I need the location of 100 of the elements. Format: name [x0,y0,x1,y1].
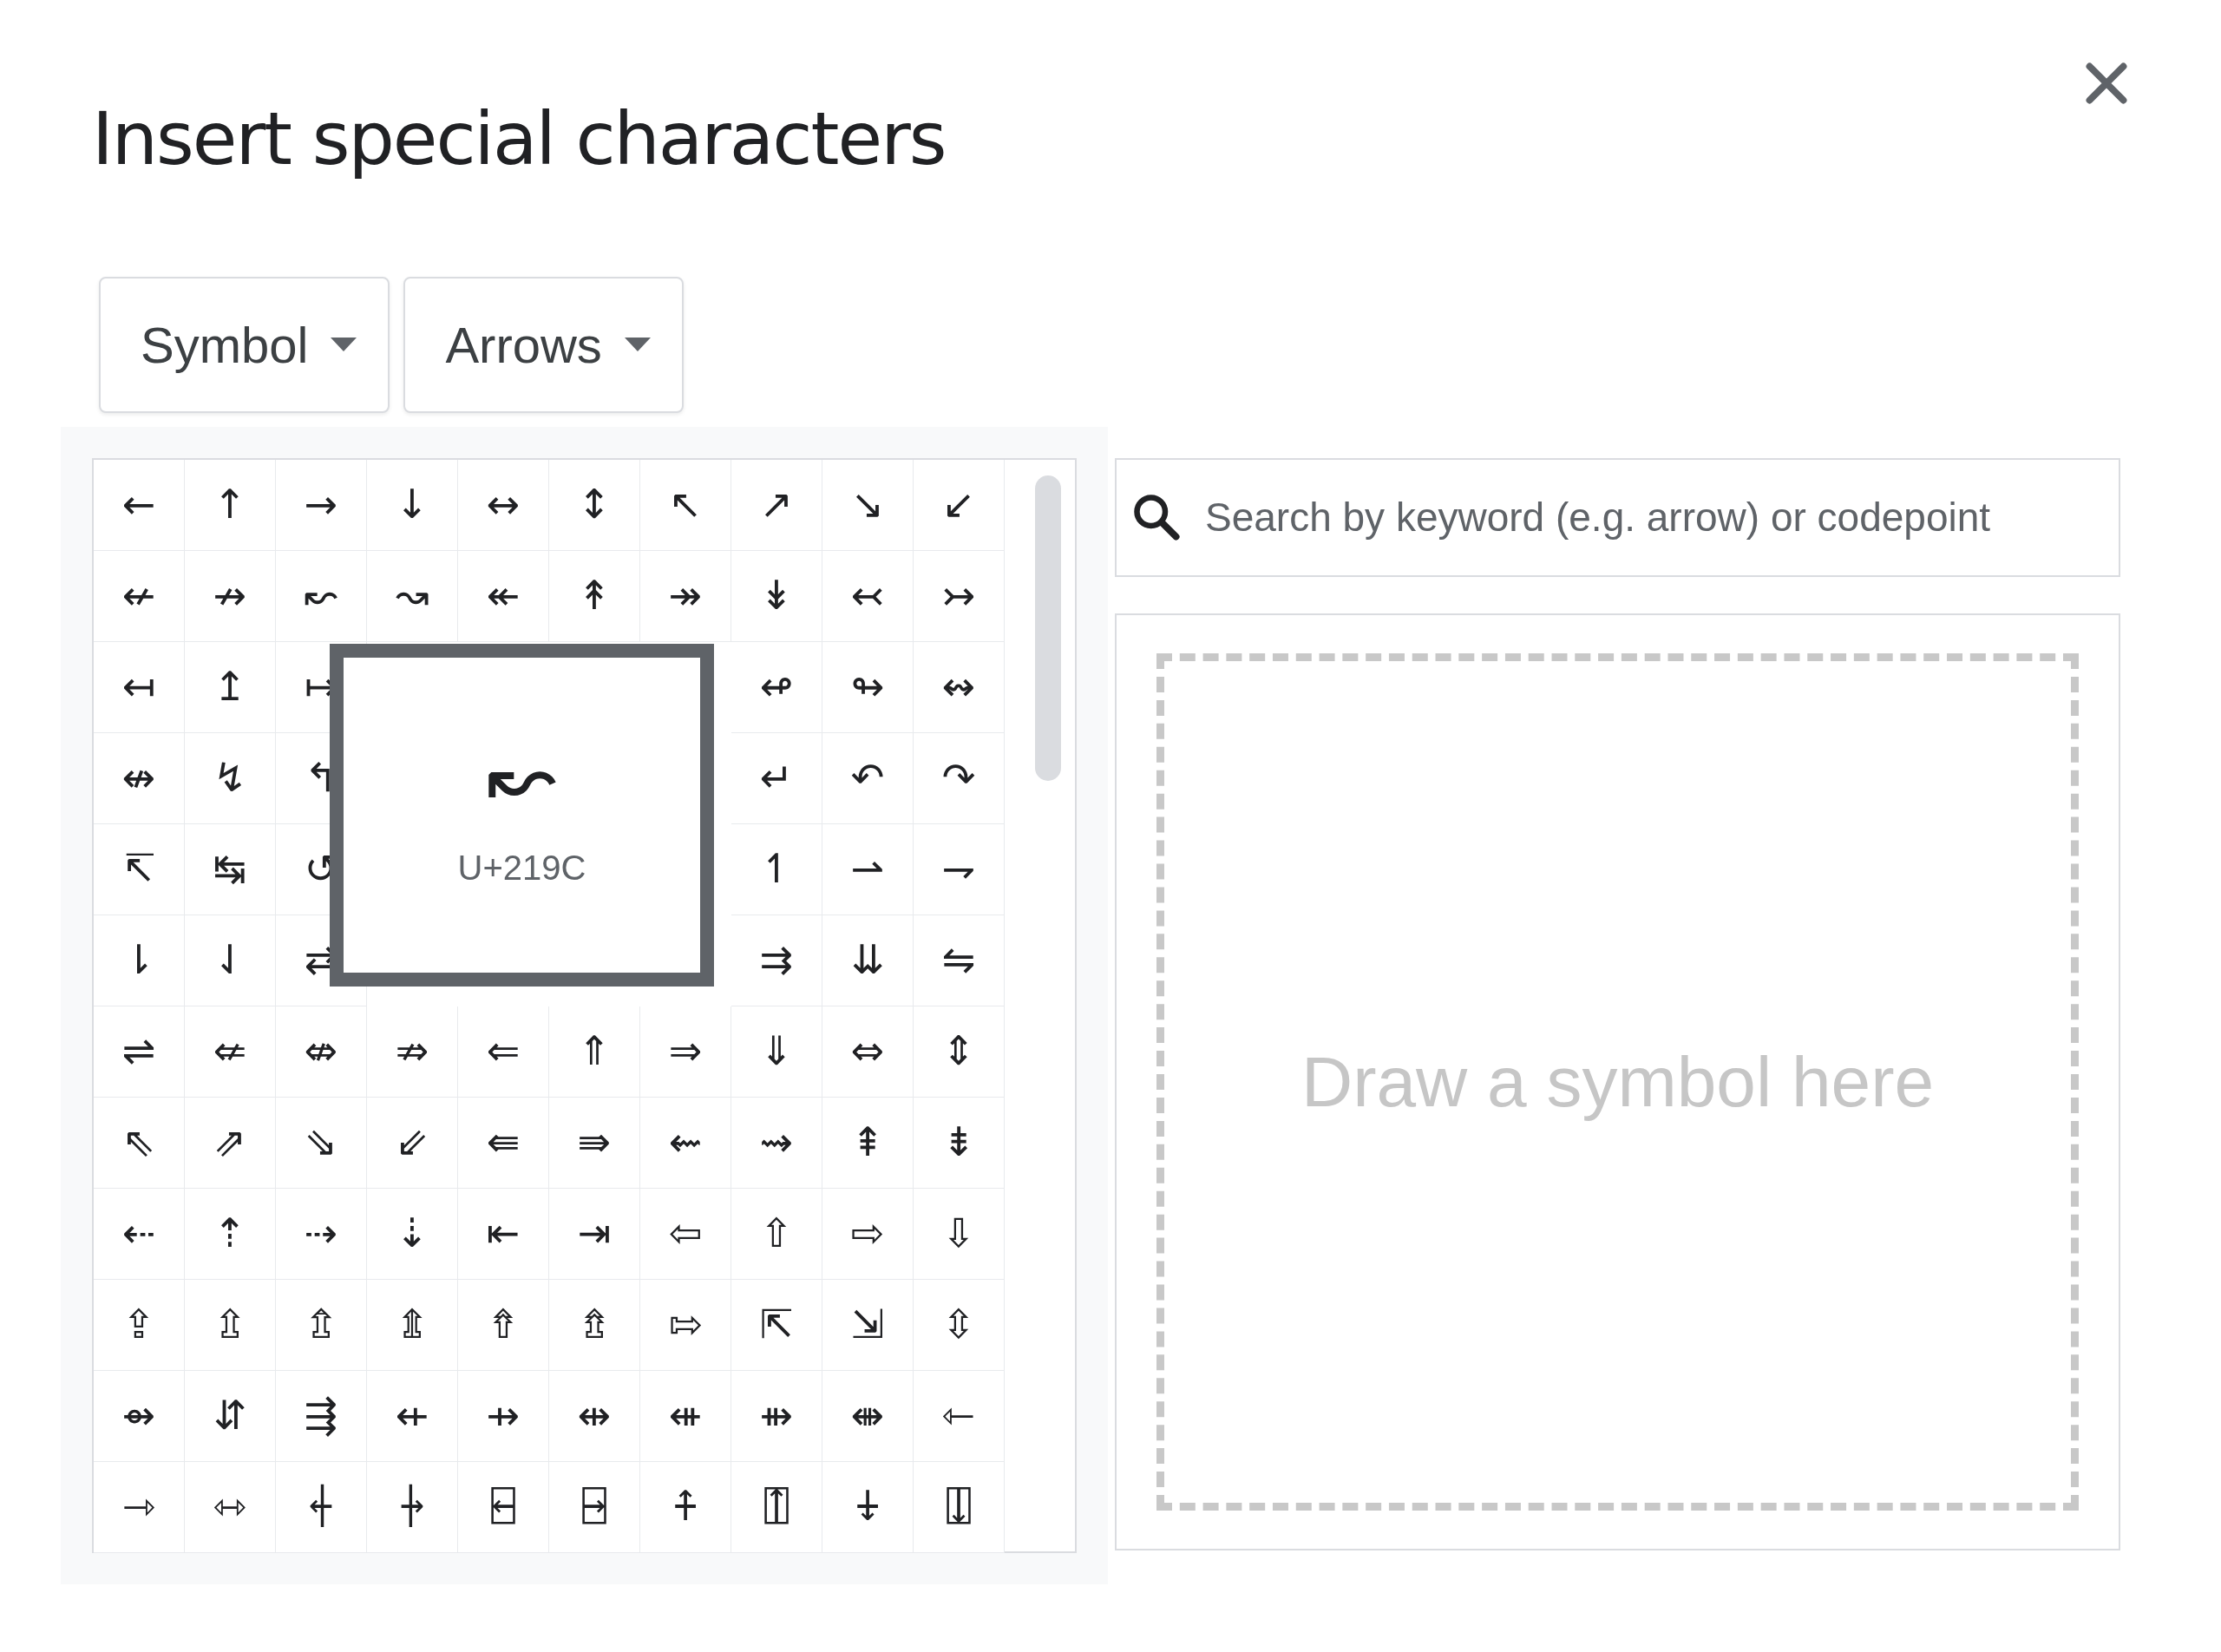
character-cell[interactable]: ↹ [185,823,276,915]
close-icon[interactable] [2084,61,2129,106]
character-cell[interactable]: ⇽ [914,1370,1005,1462]
character-cell[interactable]: ↙ [914,459,1005,551]
character-cell[interactable]: ⍖ [822,1461,914,1553]
character-cell[interactable]: ↬ [822,641,914,733]
character-cell[interactable]: ⇕ [914,1006,1005,1098]
character-cell[interactable]: ⇘ [276,1097,367,1189]
character-cell[interactable]: ⇺ [640,1370,731,1462]
character-cell[interactable]: ⇁ [914,823,1005,915]
character-cell[interactable]: ↚ [94,550,185,642]
character-cell[interactable]: → [276,459,367,551]
character-cell[interactable]: ↸ [94,823,185,915]
character-cell[interactable]: ⇌ [94,1006,185,1098]
character-cell[interactable]: ↝ [367,550,458,642]
character-cell[interactable]: ⇎ [276,1006,367,1098]
character-cell[interactable]: ⇾ [94,1461,185,1553]
character-cell[interactable]: ⇼ [822,1370,914,1462]
character-cell[interactable]: ↛ [185,550,276,642]
character-cell[interactable]: ⇊ [822,914,914,1006]
character-cell[interactable]: ⇫ [185,1279,276,1371]
character-cell[interactable]: ⇡ [185,1188,276,1280]
character-cell[interactable]: ↷ [914,732,1005,824]
scrollbar[interactable] [1035,475,1061,781]
character-cell[interactable]: ⍅ [276,1461,367,1553]
character-cell[interactable]: ↔ [458,459,549,551]
character-cell[interactable]: ⇞ [822,1097,914,1189]
character-cell[interactable]: ⇯ [549,1279,640,1371]
character-cell[interactable]: ↵ [731,732,822,824]
character-cell[interactable]: ⇗ [185,1097,276,1189]
character-cell[interactable]: ⇢ [276,1188,367,1280]
character-cell[interactable]: ⇪ [94,1279,185,1371]
character-cell[interactable]: ⇖ [94,1097,185,1189]
character-cell[interactable]: ⇂ [94,914,185,1006]
character-cell[interactable]: ⇛ [549,1097,640,1189]
character-cell[interactable]: ↞ [458,550,549,642]
character-cell[interactable]: ⍆ [367,1461,458,1553]
character-cell[interactable]: ⍈ [549,1461,640,1553]
character-cell[interactable]: ⇠ [94,1188,185,1280]
character-cell[interactable]: ↣ [914,550,1005,642]
character-cell[interactable]: ⇟ [914,1097,1005,1189]
character-cell[interactable]: ⇶ [276,1370,367,1462]
character-cell[interactable]: ⇣ [367,1188,458,1280]
character-cell[interactable]: ⍐ [731,1461,822,1553]
character-cell[interactable]: ⇮ [458,1279,549,1371]
character-cell[interactable]: ⍗ [914,1461,1005,1553]
character-cell[interactable]: ⇴ [94,1370,185,1462]
character-cell[interactable]: ⇤ [458,1188,549,1280]
character-cell[interactable]: ⇰ [640,1279,731,1371]
character-cell[interactable]: ⇝ [731,1097,822,1189]
character-cell[interactable]: ⇿ [185,1461,276,1553]
character-cell[interactable]: ⍇ [458,1461,549,1553]
character-cell[interactable]: ⇃ [185,914,276,1006]
character-cell[interactable]: ⇚ [458,1097,549,1189]
character-cell[interactable]: ⇹ [549,1370,640,1462]
character-cell[interactable]: ⇏ [367,1006,458,1098]
character-cell[interactable]: ⇭ [367,1279,458,1371]
character-cell[interactable]: ↘ [822,459,914,551]
character-cell[interactable]: ↿ [731,823,822,915]
character-cell[interactable]: ↭ [914,641,1005,733]
search-bar[interactable]: Search by keyword (e.g. arrow) or codepoint [1115,457,2120,577]
character-cell[interactable]: ↕ [549,459,640,551]
character-cell[interactable]: ⇨ [822,1188,914,1280]
character-cell[interactable]: ⇻ [731,1370,822,1462]
character-cell[interactable]: ↥ [185,641,276,733]
character-cell[interactable]: ↶ [822,732,914,824]
character-cell[interactable]: ↤ [94,641,185,733]
character-cell[interactable]: ↗ [731,459,822,551]
character-cell[interactable]: ↯ [185,732,276,824]
dropdown-button[interactable]: Symbol [99,276,390,413]
character-cell[interactable]: ⇱ [731,1279,822,1371]
character-cell[interactable]: ↢ [822,550,914,642]
character-cell[interactable]: ↜ [276,550,367,642]
character-cell[interactable]: ⇀ [822,823,914,915]
character-cell[interactable]: ⇐ [458,1006,549,1098]
character-cell[interactable]: ← [94,459,185,551]
dropdown-button[interactable]: Arrows [403,276,684,413]
character-cell[interactable]: ⇋ [914,914,1005,1006]
character-cell[interactable]: ⇩ [914,1188,1005,1280]
character-cell[interactable]: ⇧ [731,1188,822,1280]
character-cell[interactable]: ⇦ [640,1188,731,1280]
character-cell[interactable]: ⇥ [549,1188,640,1280]
character-cell[interactable]: ↠ [640,550,731,642]
search-field[interactable]: Search by keyword (e.g. arrow) or codepoint [1203,486,2119,548]
character-cell[interactable]: ⇜ [640,1097,731,1189]
character-cell[interactable]: ⍏ [640,1461,731,1553]
character-cell[interactable]: ⇓ [731,1006,822,1098]
character-cell[interactable]: ↑ [185,459,276,551]
character-cell[interactable]: ⇉ [731,914,822,1006]
character-cell[interactable]: ⇍ [185,1006,276,1098]
character-cell[interactable]: ⇑ [549,1006,640,1098]
character-cell[interactable]: ⇳ [914,1279,1005,1371]
character-cell[interactable]: ↖ [640,459,731,551]
character-cell[interactable]: ⇲ [822,1279,914,1371]
character-cell[interactable]: ⇬ [276,1279,367,1371]
character-cell[interactable]: ↟ [549,550,640,642]
character-cell[interactable]: ⇙ [367,1097,458,1189]
character-cell[interactable]: ↓ [367,459,458,551]
character-cell[interactable]: ⇷ [367,1370,458,1462]
character-cell[interactable]: ⇸ [458,1370,549,1462]
